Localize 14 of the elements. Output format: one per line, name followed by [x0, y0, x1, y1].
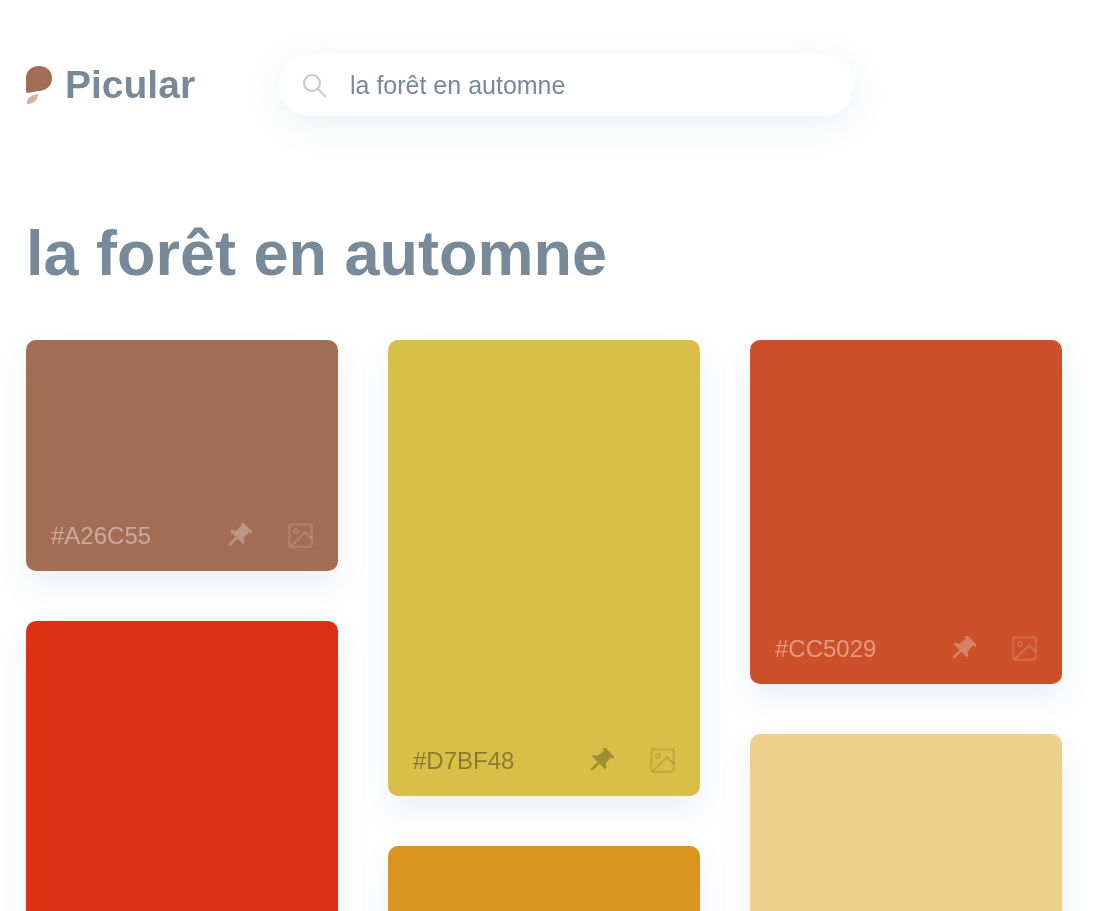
logo-icon	[26, 66, 52, 104]
image-icon[interactable]	[1011, 635, 1038, 663]
color-card[interactable]: #D7BF48	[388, 339, 700, 796]
hex-code: #CC5029	[775, 634, 877, 663]
hex-code: #D7BF48	[413, 746, 515, 775]
color-card[interactable]: #A26C55	[26, 339, 338, 571]
search-field[interactable]: la forêt en automne	[279, 54, 854, 116]
hex-code: #A26C55	[51, 521, 152, 550]
brand-name: Picular	[65, 63, 196, 107]
image-icon[interactable]	[287, 522, 314, 550]
page-heading: la forêt en automne	[26, 217, 608, 290]
color-card[interactable]: #CC5029	[750, 339, 1062, 684]
search-icon	[302, 73, 326, 97]
image-icon[interactable]	[649, 747, 676, 775]
